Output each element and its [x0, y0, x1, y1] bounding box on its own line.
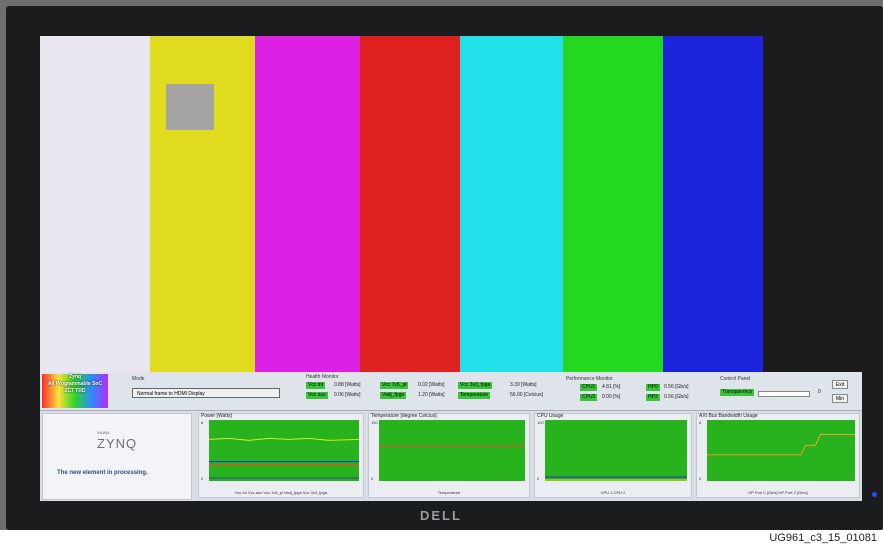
health-value-vcc-1v5: 0.02 [Watts]: [418, 382, 445, 388]
gray-square-overlay: [166, 84, 214, 130]
logo-line1: Zynq: [69, 374, 81, 380]
color-bar-7: [663, 36, 763, 372]
zynq-brand-card: XILINX ZYNQ The new element in processin…: [42, 413, 192, 500]
temperature-legend: Temperature: [437, 490, 461, 495]
zynq-trd-logo: Zynq All Programmable SoC ZC7 TRD: [42, 374, 108, 408]
performance-monitor-title: Performance Monitor: [566, 376, 613, 382]
logo-line2: All Programmable SoC: [47, 381, 103, 387]
axi-plot-area: [707, 420, 855, 481]
power-ytick-bottom: 0: [201, 476, 204, 481]
perf-label-hp0: HP0: [646, 384, 660, 391]
power-chart: Power [Watts] 6 0 Vcc int Vcc aux Vcc 1v…: [198, 413, 364, 498]
dashboard-gui: Zynq All Programmable SoC ZC7 TRD Mode N…: [40, 372, 862, 501]
hp-port0-line: [707, 434, 855, 456]
perf-label-cpu2: CPU2: [580, 394, 598, 401]
temperature-ytick-top: 100: [371, 420, 378, 425]
xilinx-label: XILINX: [97, 430, 110, 435]
cpu-usage-chart: CPU Usage 100 0 CPU 1 CPU 2: [534, 413, 692, 498]
cpu-plot-area: [545, 420, 687, 481]
power-plot-area: [209, 420, 359, 481]
health-label-vadj: Vadj_fpga: [380, 392, 407, 399]
mode-title: Mode: [132, 376, 145, 382]
axi-bandwidth-chart: AXI Bus Bandwidth Usage 8 0 HP Port 0 [G…: [696, 413, 860, 498]
color-bars: [40, 36, 862, 372]
cpu-legend: CPU 1 CPU 2: [600, 490, 626, 495]
health-value-vadj: 1.20 [Watts]: [418, 392, 445, 398]
charts-row: XILINX ZYNQ The new element in processin…: [40, 410, 862, 501]
perf-value-cpu2: 0.00 [%]: [602, 394, 621, 400]
logo-line3: ZC7 TRD: [64, 388, 86, 394]
health-monitor-title: Health Monitor: [306, 374, 339, 380]
power-chart-title: Power [Watts]: [201, 413, 232, 419]
color-bar-4: [360, 36, 460, 372]
power-led: [872, 492, 877, 497]
color-bar-5: [460, 36, 563, 372]
min-button[interactable]: Min: [832, 394, 848, 403]
transparency-slider[interactable]: [758, 391, 810, 397]
perf-value-hp0: 0.56 [Gb/s]: [664, 384, 689, 390]
temperature-plot-area: [379, 420, 525, 481]
temperature-chart-title: Temperature [degree Celcius]: [371, 413, 437, 419]
monitor-brand-logo: DELL: [420, 508, 462, 523]
health-label-vcc-aux: Vcc aux: [306, 392, 328, 399]
monitor-photo: Zynq All Programmable SoC ZC7 TRD Mode N…: [0, 0, 883, 530]
axi-bandwidth-chart-title: AXI Bus Bandwidth Usage: [699, 413, 758, 419]
hp-port2-line: [707, 434, 855, 456]
health-value-vcc-3v3: 3.39 [Watts]: [510, 382, 537, 388]
health-label-temperature: Temperature: [458, 392, 491, 399]
perf-value-cpu1: 4.81 [%]: [602, 384, 621, 390]
power-legend: Vcc int Vcc aux Vcc 1v5_pl Vadj_fpga Vcc…: [234, 490, 328, 495]
health-value-vcc-int: 0.88 [Watts]: [334, 382, 361, 388]
health-value-temperature: 56.00 [Celcius]: [510, 392, 544, 398]
color-bar-6: [563, 36, 663, 372]
figure-caption: UG961_c3_15_01081: [769, 532, 877, 544]
color-bar-1: [40, 36, 150, 372]
temperature-chart: Temperature [degree Celcius] 100 0 Tempe…: [368, 413, 530, 498]
axi-legend: HP Port 0 [Gb/s] HP Port 2 [Gb/s]: [748, 490, 808, 495]
power-lines: [209, 437, 359, 479]
top-control-strip: Zynq All Programmable SoC ZC7 TRD Mode N…: [40, 372, 862, 411]
health-label-vcc-int: Vcc int: [306, 382, 326, 389]
health-value-vcc-aux: 0.06 [Watts]: [334, 392, 361, 398]
perf-label-hp2: HP2: [646, 394, 660, 401]
health-label-vcc-3v3: Vcc 3v3_fpga: [458, 382, 493, 389]
axi-lines: [707, 434, 855, 456]
cpu-usage-chart-title: CPU Usage: [537, 413, 564, 419]
cpu-ytick-bottom: 0: [537, 476, 540, 481]
color-bar-3: [255, 36, 360, 372]
power-ytick-top: 6: [201, 420, 204, 425]
perf-value-hp2: 0.56 [Gb/s]: [664, 394, 689, 400]
monitor-screen: Zynq All Programmable SoC ZC7 TRD Mode N…: [40, 36, 862, 501]
transparency-label: Transparency: [720, 389, 755, 396]
axi-ytick-top: 8: [699, 420, 702, 425]
transparency-value: 0: [818, 389, 821, 395]
axi-ytick-bottom: 0: [699, 476, 702, 481]
temperature-lines: [379, 445, 525, 447]
power-line-vcc-3v3: [209, 437, 359, 441]
exit-button[interactable]: Exit: [832, 380, 848, 389]
mode-select[interactable]: Normal frame to HDMI Display: [132, 388, 280, 398]
perf-label-cpu1: CPU1: [580, 384, 598, 391]
cpu-ytick-top: 100: [537, 420, 544, 425]
control-panel-title: Control Panel: [720, 376, 751, 382]
zynq-tagline: The new element in processing.: [57, 470, 148, 476]
cpu-lines: [545, 476, 687, 481]
temperature-ytick-bottom: 0: [371, 476, 374, 481]
health-label-vcc-1v5: Vcc 1v5_pl: [380, 382, 409, 389]
zynq-logo: ZYNQ: [97, 436, 138, 451]
color-bar-8: [763, 36, 862, 372]
